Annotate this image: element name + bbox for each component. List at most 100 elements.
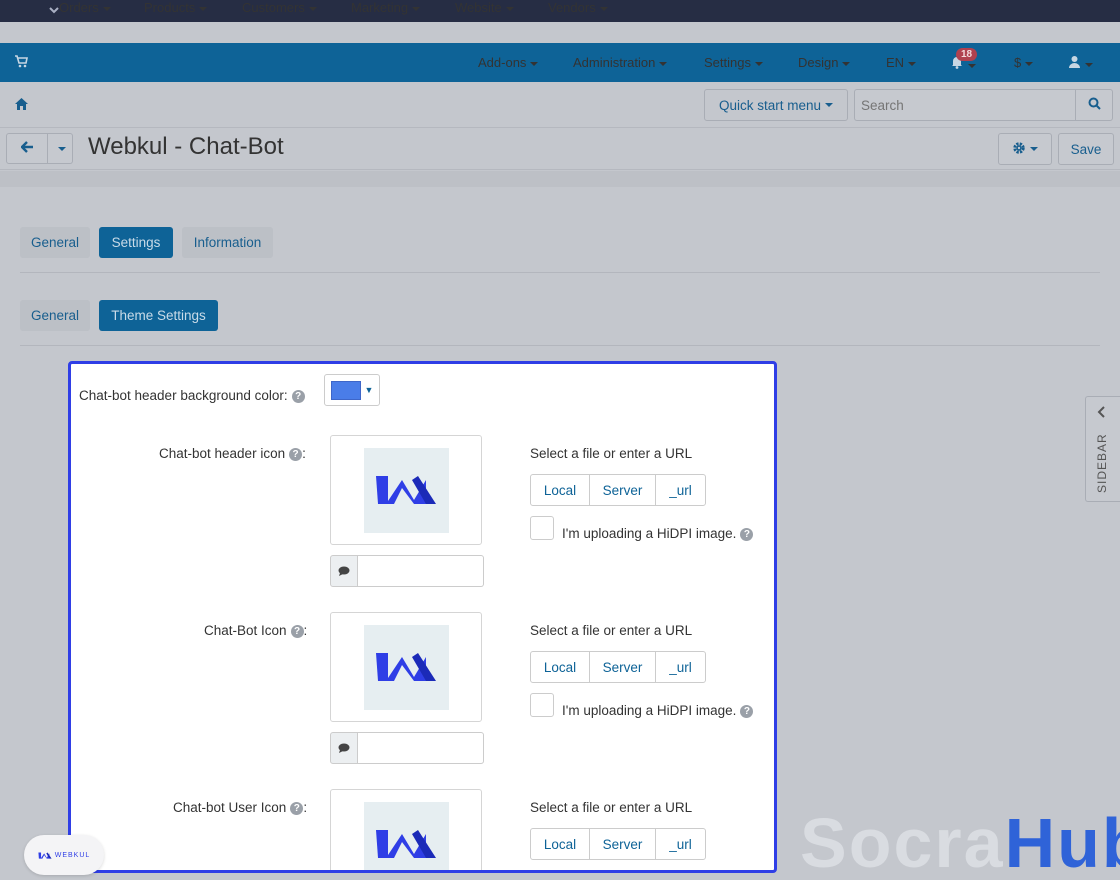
nav-website[interactable]: Website xyxy=(455,0,514,15)
search-icon xyxy=(1088,97,1101,113)
back-button[interactable] xyxy=(6,133,48,164)
nav-label: Website xyxy=(455,0,502,15)
tab-general[interactable]: General xyxy=(20,227,90,258)
shadow-band xyxy=(0,171,1120,187)
help-icon[interactable]: ? xyxy=(290,624,304,638)
select-file-label: Select a file or enter a URL xyxy=(530,623,693,638)
nav-customers[interactable]: Customers xyxy=(242,0,317,15)
chat-bubble-label: WEBKUL xyxy=(54,851,91,859)
chatbot-icon-label: Chat-Bot Icon?: xyxy=(204,623,308,638)
menu-settings[interactable]: Settings xyxy=(704,55,763,70)
nav-label: Products xyxy=(144,0,196,15)
menu-label: Administration xyxy=(573,55,656,70)
help-icon[interactable]: ? xyxy=(289,447,303,461)
server-button[interactable]: Server xyxy=(589,651,656,683)
triangle-down-icon: ▼ xyxy=(364,385,374,395)
hidpi-checkbox[interactable] xyxy=(530,516,554,540)
local-button[interactable]: Local xyxy=(530,651,590,683)
local-button[interactable]: Local xyxy=(530,474,590,506)
subtab-theme-settings[interactable]: Theme Settings xyxy=(99,300,218,331)
url-button[interactable]: _url xyxy=(655,828,706,860)
webkul-logo xyxy=(363,624,449,710)
home-icon[interactable] xyxy=(14,97,29,114)
file-source-buttons: Local Server _url xyxy=(530,474,706,506)
image-preview xyxy=(330,789,482,870)
user-menu[interactable] xyxy=(1068,55,1093,71)
watermark-part2: Hub xyxy=(1004,804,1120,880)
label-text: Chat-bot header background color: xyxy=(79,388,288,403)
chat-bubble-button[interactable]: WEBKUL xyxy=(24,835,104,875)
alt-text-group xyxy=(330,732,484,764)
alt-text-input[interactable] xyxy=(358,732,484,764)
help-icon[interactable]: ? xyxy=(740,704,754,718)
nav-marketing[interactable]: Marketing xyxy=(351,0,421,15)
caret-icon xyxy=(199,6,208,11)
server-button[interactable]: Server xyxy=(589,474,656,506)
menu-design[interactable]: Design xyxy=(798,55,851,70)
menu-language[interactable]: EN xyxy=(886,55,917,70)
help-icon[interactable]: ? xyxy=(290,801,304,815)
cart-icon[interactable] xyxy=(14,55,28,71)
hidpi-label: I'm uploading a HiDPI image.? xyxy=(562,526,754,541)
help-icon[interactable]: ? xyxy=(740,527,754,541)
caret-icon xyxy=(968,63,976,68)
nav-label: Orders xyxy=(59,0,99,15)
menu-addons[interactable]: Add-ons xyxy=(478,55,539,70)
caret-icon xyxy=(825,103,834,107)
menu-label: $ xyxy=(1014,55,1022,70)
caret-icon xyxy=(599,6,608,11)
settings-dropdown-button[interactable] xyxy=(998,133,1052,165)
page-title: Webkul - Chat-Bot xyxy=(88,133,284,160)
alt-text-input[interactable] xyxy=(358,555,484,587)
webkul-logo-icon xyxy=(38,851,52,859)
chevron-left-icon xyxy=(1097,406,1106,421)
quick-start-menu-button[interactable]: Quick start menu xyxy=(704,89,848,121)
hidpi-text: I'm uploading a HiDPI image. xyxy=(562,526,737,541)
select-file-label: Select a file or enter a URL xyxy=(530,446,693,461)
sidebar-label: SIDEBAR xyxy=(1095,433,1109,493)
menu-label: Settings xyxy=(704,55,751,70)
divider xyxy=(20,272,1100,273)
local-button[interactable]: Local xyxy=(530,828,590,860)
help-icon[interactable]: ? xyxy=(291,389,305,403)
caret-icon xyxy=(908,61,917,66)
hidpi-checkbox[interactable] xyxy=(530,693,554,717)
menu-label: Design xyxy=(798,55,839,70)
comment-icon xyxy=(330,732,358,764)
subtab-general[interactable]: General xyxy=(20,300,90,331)
notifications-badge: 18 xyxy=(956,48,978,61)
search-input[interactable] xyxy=(854,89,1076,121)
nav-label: Vendors xyxy=(548,0,596,15)
file-source-buttons: Local Server _url xyxy=(530,651,706,683)
url-button[interactable]: _url xyxy=(655,651,706,683)
menu-administration[interactable]: Administration xyxy=(573,55,668,70)
nav-products[interactable]: Products xyxy=(144,0,208,15)
user-icon xyxy=(1068,56,1081,71)
sidebar-toggle[interactable]: SIDEBAR xyxy=(1085,396,1120,502)
url-button[interactable]: _url xyxy=(655,474,706,506)
save-button[interactable]: Save xyxy=(1058,133,1114,165)
caret-icon xyxy=(102,6,111,11)
theme-settings-panel: Chat-bot header background color:? ▼ Cha… xyxy=(68,361,777,873)
label-text: Chat-bot header icon xyxy=(159,446,286,461)
caret-icon xyxy=(1030,147,1038,151)
search-button[interactable] xyxy=(1075,89,1113,121)
back-dropdown-button[interactable] xyxy=(48,133,73,164)
alt-text-group xyxy=(330,555,484,587)
menu-currency[interactable]: $ xyxy=(1014,55,1034,70)
nav-orders[interactable]: Orders xyxy=(59,0,111,15)
caret-icon xyxy=(1085,62,1093,67)
caret-icon xyxy=(1025,61,1034,66)
tab-information[interactable]: Information xyxy=(182,227,273,258)
nav-vendors[interactable]: Vendors xyxy=(548,0,608,15)
color-swatch xyxy=(330,380,361,400)
caret-icon xyxy=(842,61,851,66)
gap xyxy=(0,22,1120,43)
file-source-buttons: Local Server _url xyxy=(530,828,706,860)
color-picker[interactable]: ▼ xyxy=(324,374,380,406)
server-button[interactable]: Server xyxy=(589,828,656,860)
menu-label: Add-ons xyxy=(478,55,527,70)
tab-settings[interactable]: Settings xyxy=(99,227,173,258)
select-file-label: Select a file or enter a URL xyxy=(530,800,693,815)
caret-icon xyxy=(308,6,317,11)
